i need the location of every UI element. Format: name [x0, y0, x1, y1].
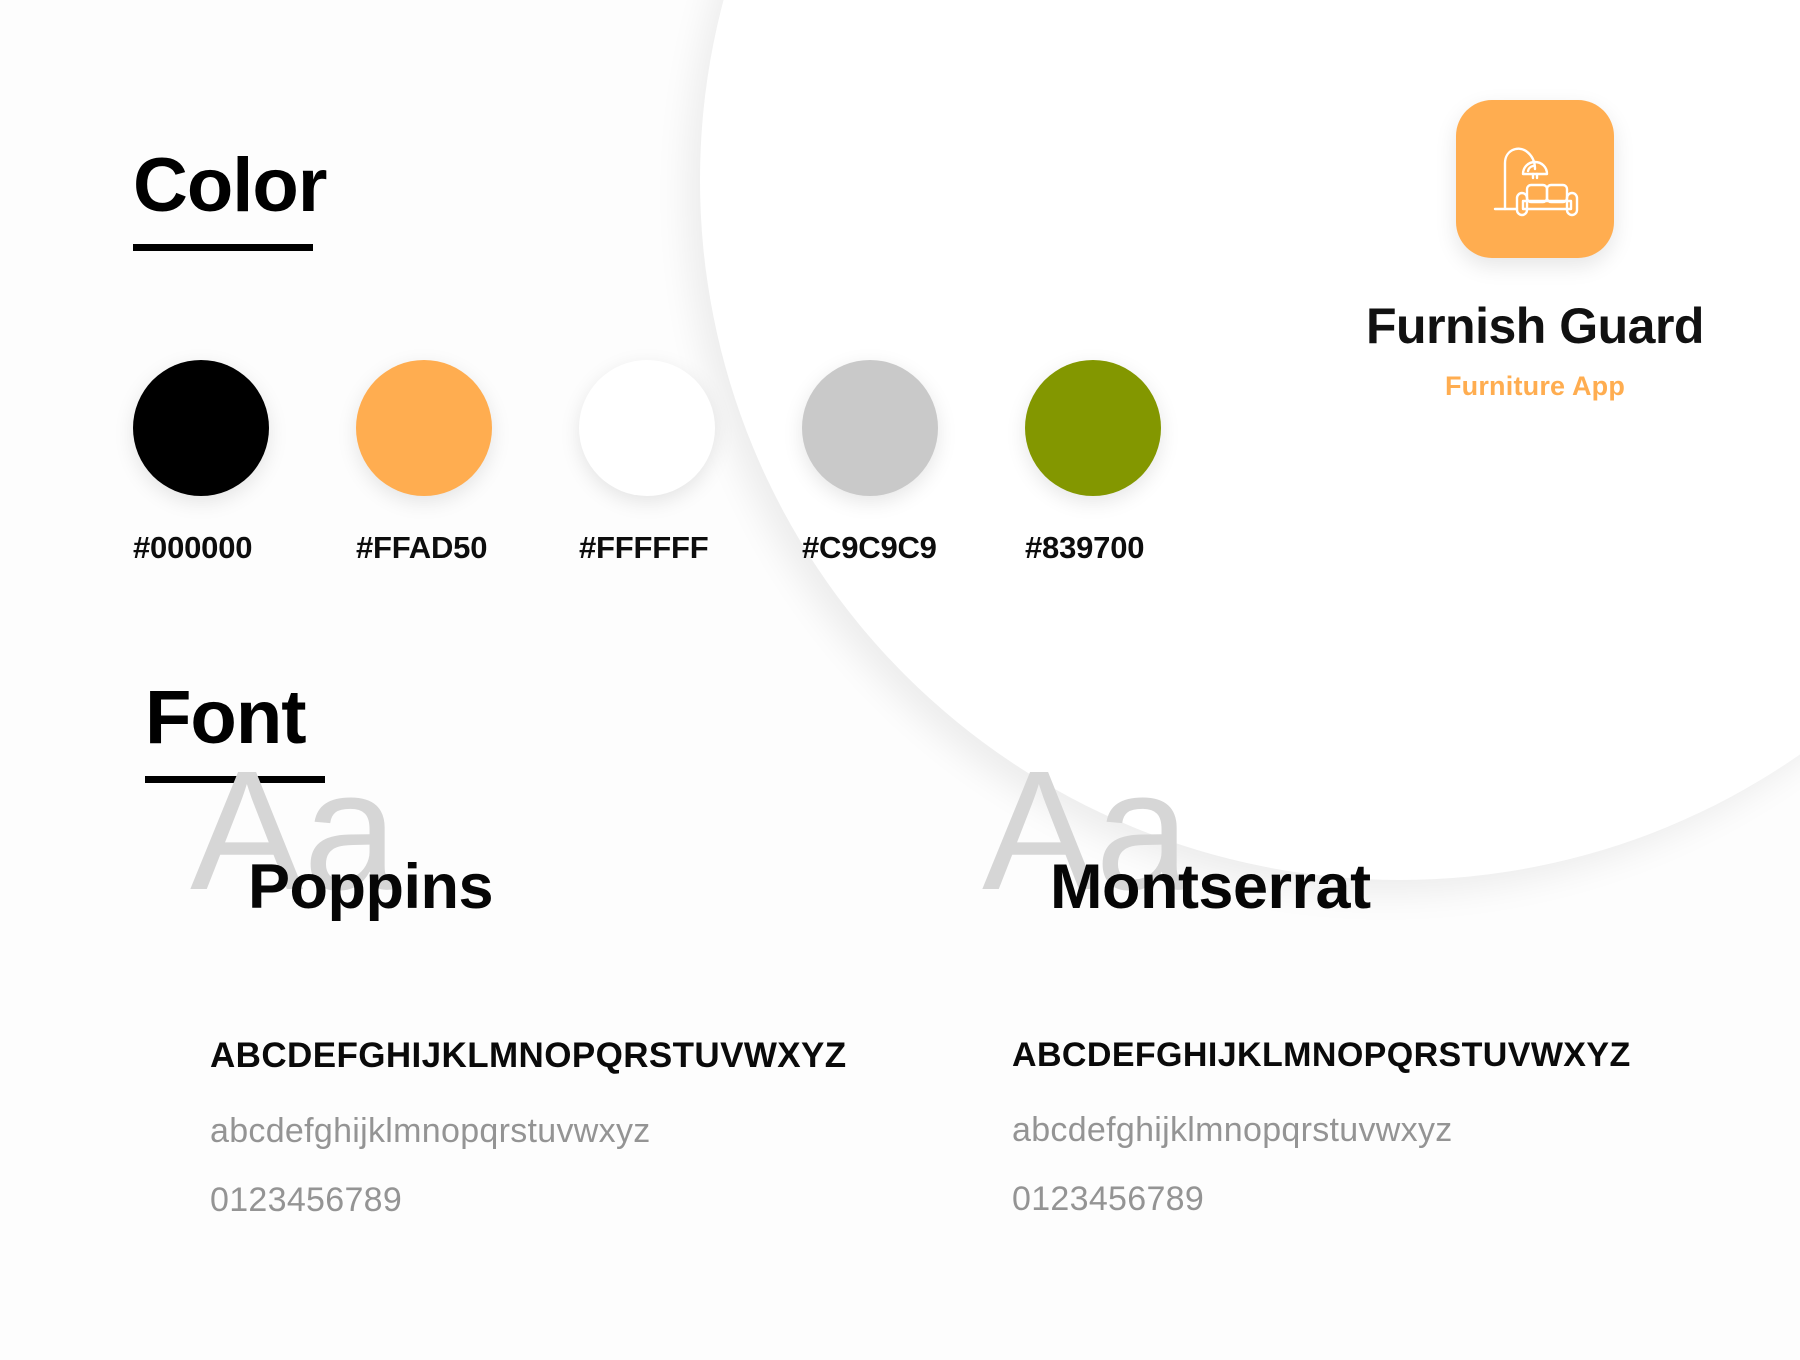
- font-family-name: Poppins: [248, 852, 494, 922]
- font-specimen-row: Aa Poppins ABCDEFGHIJKLMNOPQRSTUVWXYZ ab…: [0, 746, 1800, 1220]
- font-specimen-poppins: Aa Poppins ABCDEFGHIJKLMNOPQRSTUVWXYZ ab…: [190, 746, 970, 1220]
- color-swatch: #000000: [133, 360, 356, 566]
- color-swatch-circle: [356, 360, 492, 496]
- font-lowercase-specimen: abcdefghijklmnopqrstuvwxyz: [1012, 1111, 1453, 1149]
- font-uppercase-specimen: ABCDEFGHIJKLMNOPQRSTUVWXYZ: [210, 1036, 847, 1075]
- color-swatch-circle: [579, 360, 715, 496]
- color-section-title: Color: [133, 143, 327, 228]
- font-specimen-montserrat: Aa Montserrat ABCDEFGHIJKLMNOPQRSTUVWXYZ…: [982, 746, 1772, 1220]
- font-family-name: Montserrat: [1050, 852, 1371, 922]
- color-swatch-circle: [133, 360, 269, 496]
- color-swatch-circle: [802, 360, 938, 496]
- app-name: Furnish Guard: [1366, 298, 1704, 354]
- font-specimen-heading: Aa Poppins: [190, 746, 970, 968]
- floor-lamp-and-sofa-icon: [1485, 129, 1585, 229]
- font-uppercase-specimen: ABCDEFGHIJKLMNOPQRSTUVWXYZ: [1012, 1036, 1631, 1074]
- color-swatch-hex-label: #839700: [1025, 530, 1145, 565]
- brand-block: Furnish Guard Furniture App: [1345, 100, 1725, 402]
- color-swatch-hex-label: #000000: [133, 530, 253, 565]
- app-tagline: Furniture App: [1444, 370, 1626, 401]
- font-lowercase-specimen: abcdefghijklmnopqrstuvwxyz: [210, 1112, 651, 1150]
- color-section: Color: [133, 143, 327, 251]
- color-swatch-circle: [1025, 360, 1161, 496]
- color-swatch-hex-label: #FFFFFF: [579, 530, 709, 565]
- color-swatch: #839700: [1025, 360, 1248, 566]
- font-digits-specimen: 0123456789: [210, 1181, 403, 1219]
- font-specimen-heading: Aa Montserrat: [982, 746, 1772, 968]
- color-section-underline: [133, 244, 313, 251]
- color-swatch: #FFFFFF: [579, 360, 802, 566]
- app-logo-tile: [1456, 100, 1614, 258]
- color-swatch-hex-label: #FFAD50: [356, 530, 488, 565]
- color-swatch: #FFAD50: [356, 360, 579, 566]
- color-swatch-row: #000000 #FFAD50 #FFFFFF #C9C9C9 #839700: [133, 360, 1248, 566]
- color-swatch: #C9C9C9: [802, 360, 1025, 566]
- font-digits-specimen: 0123456789: [1012, 1180, 1205, 1218]
- color-swatch-hex-label: #C9C9C9: [802, 530, 937, 565]
